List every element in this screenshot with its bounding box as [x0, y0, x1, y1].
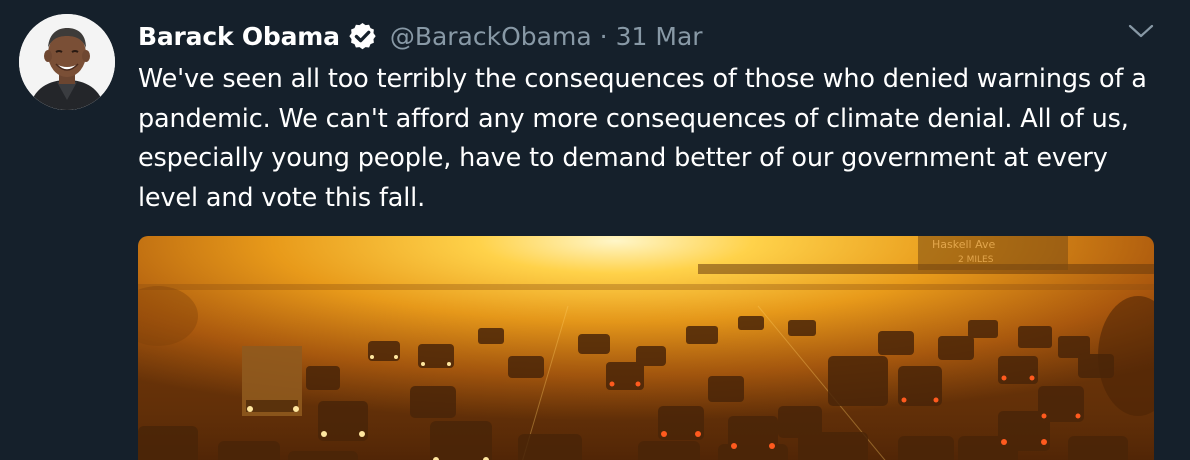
header-separator: ·	[599, 21, 608, 51]
author-handle[interactable]: @BarackObama	[390, 22, 592, 51]
tweet-card[interactable]: Barack Obama @BarackObama · 31 Mar We've…	[0, 0, 1190, 460]
verified-badge-icon	[347, 21, 378, 52]
chevron-down-icon[interactable]	[1126, 20, 1156, 42]
traffic-sunset-photo: Haskell Ave 2 MILES	[138, 236, 1154, 460]
tweet-text: We've seen all too terribly the conseque…	[138, 64, 1147, 213]
tweet-media-image[interactable]: Haskell Ave 2 MILES	[138, 236, 1154, 460]
media-sign-subtext: 2 MILES	[958, 255, 994, 265]
media-sign-text: Haskell Ave	[932, 238, 995, 251]
avatar-photo	[19, 14, 115, 110]
tweet-header: Barack Obama @BarackObama · 31 Mar	[138, 18, 703, 54]
author-name[interactable]: Barack Obama	[138, 22, 340, 51]
tweet-date[interactable]: 31 Mar	[616, 22, 703, 51]
avatar[interactable]	[19, 14, 115, 110]
